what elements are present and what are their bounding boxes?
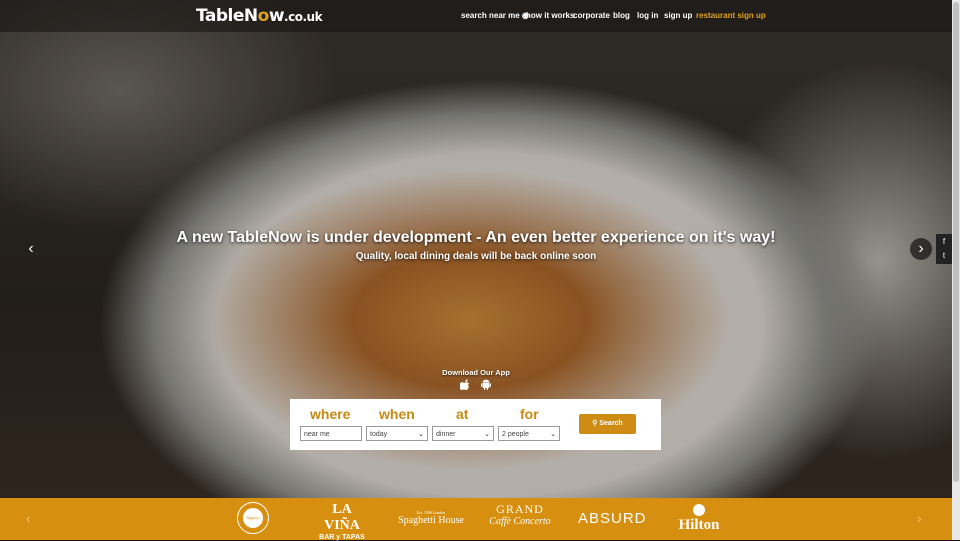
- hero-subline: Quality, local dining deals will be back…: [355, 251, 597, 262]
- partner-strip: ‹ › Sapporo Teppanyaki LA VIÑA BAR y TAP…: [0, 498, 952, 541]
- nav-search-near-me[interactable]: search near me ◉: [461, 11, 529, 20]
- download-app-label: Download Our App: [442, 368, 510, 377]
- nav-blog[interactable]: blog: [613, 11, 630, 20]
- chevron-left-icon[interactable]: ‹: [20, 238, 42, 260]
- nav-how-it-works[interactable]: how it works: [526, 11, 574, 20]
- android-icon[interactable]: [480, 379, 492, 391]
- partner-logo-spaghetti-house[interactable]: Est. 1996 London Spaghetti House: [394, 502, 468, 536]
- chevron-right-icon[interactable]: ›: [910, 238, 932, 260]
- for-label: for: [520, 406, 539, 422]
- partner-logo-grand-caffe-concerto[interactable]: GRAND Caffè Concerto: [484, 502, 556, 536]
- chevron-left-icon[interactable]: ‹: [26, 510, 31, 526]
- hero-headline: A new TableNow is under development - An…: [176, 229, 776, 246]
- top-navigation-bar: TableNow.co.uk search near me ◉ how it w…: [0, 0, 952, 32]
- at-select[interactable]: dinner ⌄: [432, 426, 494, 441]
- chevron-down-icon: ⌄: [484, 431, 490, 438]
- search-panel: where when at for near me today ⌄ dinner ⌄…: [290, 399, 661, 450]
- chevron-down-icon: ⌄: [418, 431, 424, 438]
- social-bar: f t: [936, 234, 952, 264]
- nav-sign-up[interactable]: sign up: [664, 11, 692, 20]
- where-label: where: [310, 406, 351, 422]
- twitter-icon[interactable]: t: [936, 250, 952, 262]
- scrollbar[interactable]: [952, 0, 960, 540]
- where-input[interactable]: near me: [300, 426, 362, 441]
- nav-log-in[interactable]: log in: [637, 11, 658, 20]
- partner-logo-la-vina[interactable]: LA VIÑA BAR y TAPAS: [314, 502, 370, 541]
- apple-icon[interactable]: [459, 379, 471, 391]
- search-button[interactable]: ⚲ Search: [579, 414, 636, 434]
- when-select[interactable]: today ⌄: [366, 426, 428, 441]
- when-label: when: [379, 406, 415, 422]
- partner-logo-absurd[interactable]: ABSURD: [578, 502, 646, 536]
- chevron-right-icon[interactable]: ›: [917, 510, 922, 526]
- partner-logo-sapporo[interactable]: Sapporo Teppanyaki: [236, 502, 270, 536]
- nav-corporate[interactable]: corporate: [573, 11, 610, 20]
- partner-logo-hilton[interactable]: Hilton: [672, 502, 726, 536]
- nav-restaurant-sign-up[interactable]: restaurant sign up: [696, 11, 766, 20]
- scrollbar-thumb[interactable]: [953, 2, 959, 482]
- site-logo[interactable]: TableNow.co.uk: [196, 6, 323, 26]
- at-label: at: [456, 406, 469, 422]
- chevron-down-icon: ⌄: [550, 431, 556, 438]
- facebook-icon[interactable]: f: [936, 236, 952, 248]
- for-select[interactable]: 2 people ⌄: [498, 426, 560, 441]
- hilton-icon: [693, 504, 705, 516]
